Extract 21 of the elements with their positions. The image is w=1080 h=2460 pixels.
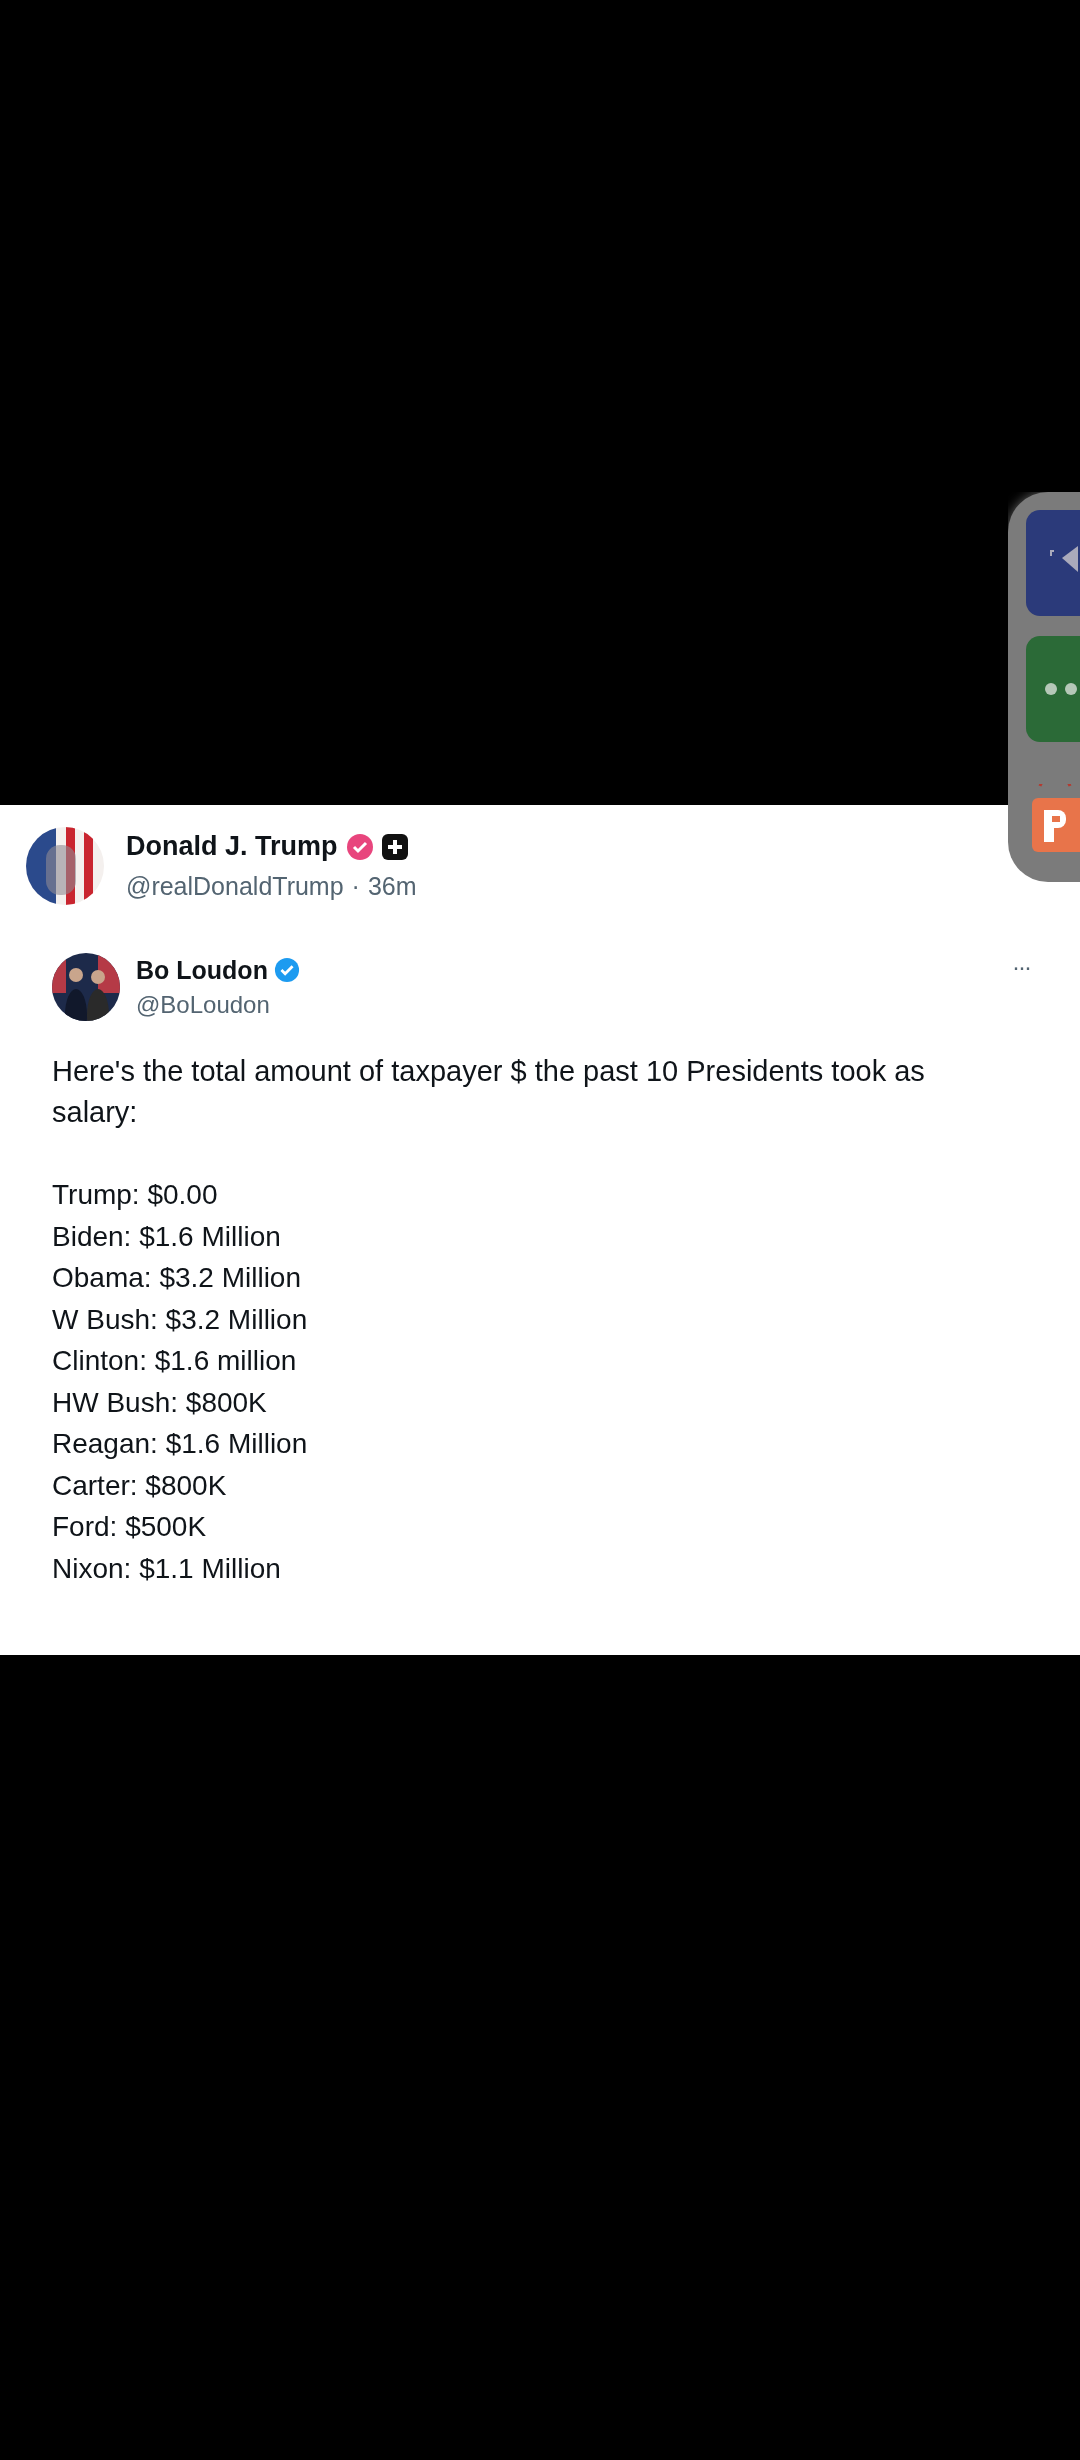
salary-line: Obama: $3.2 Million (52, 1261, 301, 1295)
salary-line: HW Bush: $800K (52, 1385, 267, 1420)
salary-line: W Bush: $3.2 Million (52, 1302, 308, 1337)
post-text: Here's the total amount of taxpayer $ the past 10 Presidents took as salary: (52, 1054, 926, 1130)
verified-badge-icon (273, 957, 300, 983)
salary-line: Ford: $500K (52, 1510, 207, 1544)
author-name[interactable]: Donald J. Trump (126, 831, 338, 862)
author-handle[interactable]: @realDonaldTrump (126, 872, 344, 901)
salary-line: Biden: $1.6 Million (52, 1219, 281, 1254)
separator-dot: · (351, 872, 360, 901)
author-name[interactable]: Bo Loudon (136, 955, 268, 985)
salary-line: Trump: $0.00 (52, 1178, 218, 1212)
salary-line: Clinton: $1.6 million (52, 1344, 297, 1378)
salary-line: Nixon: $1.1 Million (52, 1551, 281, 1586)
plus-badge-icon (381, 833, 408, 860)
verified-badge-icon (345, 832, 374, 861)
salary-line: Reagan: $1.6 Million (52, 1427, 308, 1461)
salary-line: Carter: $800K (52, 1468, 227, 1503)
author-handle[interactable]: @BoLoudon (136, 990, 300, 1019)
post-time: 36m (367, 872, 417, 901)
more-options-icon[interactable]: ··· (1012, 953, 1030, 981)
